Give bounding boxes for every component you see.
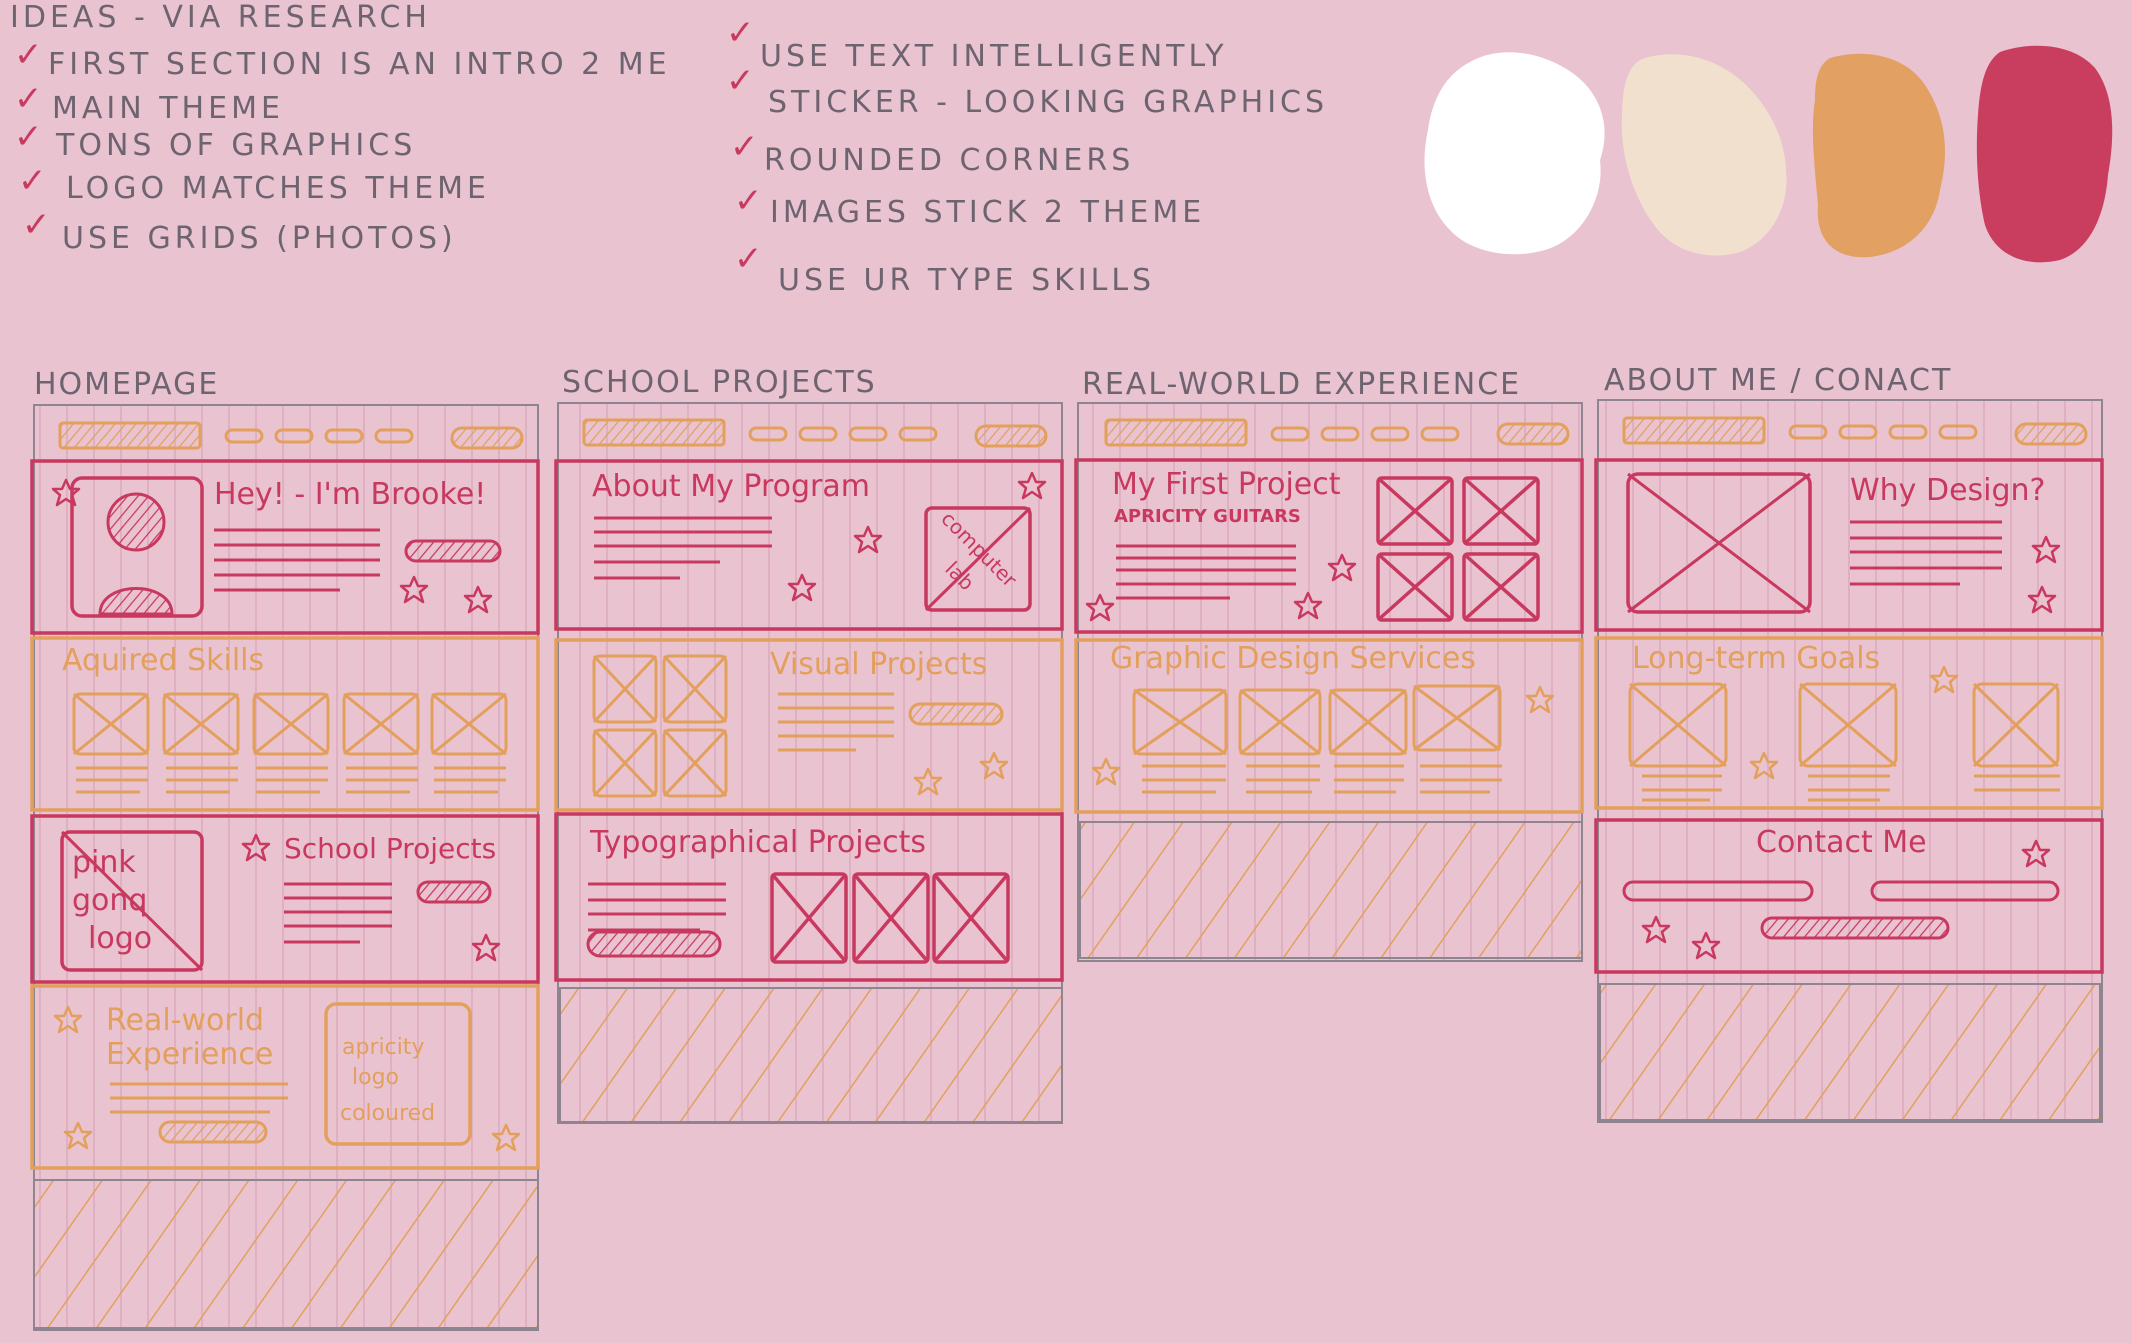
palette-swatch [1621,54,1787,256]
page-title: ABOUT ME / CONACT [1604,363,1952,398]
footer-placeholder [1599,983,2101,1121]
apricity-label: apricity [342,1035,424,1060]
check-icon: ✓ [22,205,51,245]
goals-heading: Long-term Goals [1632,641,1880,676]
palette-swatch [1812,53,1945,258]
color-palette [1424,45,2113,263]
school-projects-wireframe: SCHOOL PROJECTS About My Program compute… [554,365,1064,1124]
logo-placeholder [582,418,726,447]
idea-item: USE UR TYPE SKILLS [778,263,1155,298]
homepage-wireframe: HOMEPAGE Hey! - I'm Brooke! Aquired Skil… [30,367,540,1331]
avatar-icon [106,492,166,552]
button-placeholder [158,1120,268,1144]
wireframe-sketch-canvas: IDEAS - VIA RESEARCH ✓ FIRST SECTION IS … [10,0,2113,1331]
logo-label: logo [88,921,152,956]
logo-placeholder [1104,418,1248,447]
check-icon: ✓ [726,61,755,101]
first-project-heading: My First Project [1112,467,1341,502]
submit-button-placeholder [1760,916,1950,940]
idea-item: LOGO MATCHES THEME [66,171,490,206]
idea-item: TONS OF GRAPHICS [55,128,416,163]
program-heading: About My Program [592,469,870,504]
experience-heading: Real-world [106,1003,264,1038]
check-icon: ✓ [14,117,43,157]
visual-projects-heading: Visual Projects [770,647,987,682]
button-placeholder [586,930,722,958]
experience-heading: Experience [106,1037,273,1072]
about-contact-wireframe: ABOUT ME / CONACT Why Design? Long-term … [1594,363,2104,1123]
typo-projects-heading: Typographical Projects [589,825,926,860]
button-placeholder [416,880,492,904]
skills-heading: Aquired Skills [62,643,264,678]
idea-item: ROUNDED CORNERS [764,143,1134,178]
page-title: REAL-WORLD EXPERIENCE [1082,367,1521,402]
logo-label: gonq [72,883,147,918]
page-title: HOMEPAGE [34,367,219,402]
school-projects-heading: School Projects [284,832,496,865]
footer-placeholder [1079,821,1583,959]
ideas-list: IDEAS - VIA RESEARCH ✓ FIRST SECTION IS … [10,0,1328,298]
hero-heading: Hey! - I'm Brooke! [214,477,486,512]
ideas-heading: IDEAS - VIA RESEARCH [10,0,431,35]
apricity-label: logo [352,1065,399,1090]
idea-item: STICKER - LOOKING GRAPHICS [768,85,1328,120]
check-icon: ✓ [14,35,43,75]
logo-placeholder [1622,416,1766,445]
idea-item: IMAGES STICK 2 THEME [770,195,1205,230]
page-title: SCHOOL PROJECTS [562,365,877,400]
first-project-subheading: APRICITY GUITARS [1114,506,1301,527]
check-icon: ✓ [730,127,759,167]
idea-item: FIRST SECTION IS AN INTRO 2 ME [48,47,671,82]
why-design-heading: Why Design? [1850,473,2045,508]
nav-button [1496,422,1570,446]
logo-label: pink [72,845,136,880]
nav-button [974,424,1048,448]
contact-heading: Contact Me [1756,825,1927,860]
logo-placeholder [58,421,202,450]
button-placeholder [404,539,502,563]
check-icon: ✓ [734,239,763,279]
nav-button [450,426,524,450]
nav-button [2014,422,2088,446]
button-placeholder [908,702,1004,726]
check-icon: ✓ [734,181,763,221]
check-icon: ✓ [14,79,43,119]
idea-item: MAIN THEME [52,91,284,126]
palette-swatch [1424,52,1605,255]
check-icon: ✓ [726,13,755,53]
apricity-label: coloured [340,1101,435,1126]
idea-item: USE TEXT INTELLIGENTLY [760,39,1228,74]
idea-item: USE GRIDS (PHOTOS) [62,221,457,256]
footer-placeholder [33,1179,539,1329]
experience-wireframe: REAL-WORLD EXPERIENCE My First Project A… [1074,367,1584,962]
palette-swatch [1976,45,2113,263]
footer-placeholder [559,987,1063,1123]
services-heading: Graphic Design Services [1110,641,1476,676]
check-icon: ✓ [18,161,47,201]
